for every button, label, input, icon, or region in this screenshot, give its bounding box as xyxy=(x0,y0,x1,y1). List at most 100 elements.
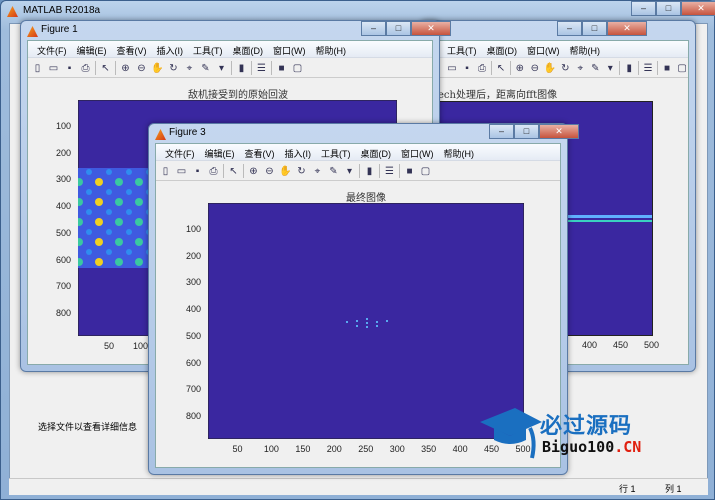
menu-item[interactable]: 编辑(E) xyxy=(72,41,112,57)
axes-title: 最终图像 xyxy=(346,193,386,204)
window-title: MATLAB R2018a xyxy=(23,5,101,16)
rotate-icon[interactable]: ↻ xyxy=(167,62,180,75)
target-point xyxy=(356,320,358,322)
pointer-icon[interactable]: ↖ xyxy=(99,62,112,75)
target-point xyxy=(366,326,368,328)
minimize-button[interactable]: – xyxy=(489,124,514,139)
y-tick: 100 xyxy=(186,224,202,234)
print-icon[interactable]: ⎙ xyxy=(207,165,220,178)
maximize-button[interactable]: □ xyxy=(514,124,539,139)
link-icon[interactable]: ▾ xyxy=(604,62,616,75)
echo-blob xyxy=(115,198,123,206)
plot-area[interactable] xyxy=(208,203,524,439)
toolbar-separator xyxy=(399,164,400,178)
menu-item[interactable]: 插入(I) xyxy=(280,144,317,160)
rotate-icon[interactable]: ↻ xyxy=(559,62,571,75)
menu-item[interactable]: 帮助(H) xyxy=(311,41,352,57)
colorbar-icon[interactable]: ▮ xyxy=(363,165,376,178)
pan-icon[interactable]: ✋ xyxy=(151,62,164,75)
data-cursor-icon[interactable]: ⌖ xyxy=(183,62,196,75)
print-icon[interactable]: ⎙ xyxy=(79,62,92,75)
data-cursor-icon[interactable]: ⌖ xyxy=(574,62,586,75)
save-icon[interactable]: ▪ xyxy=(461,62,473,75)
legend-icon[interactable]: ☰ xyxy=(642,62,654,75)
print-icon[interactable]: ⎙ xyxy=(476,62,488,75)
legend-icon[interactable]: ☰ xyxy=(255,62,268,75)
menu-item[interactable]: 文件(F) xyxy=(160,144,200,160)
zoom-out-icon[interactable]: ⊖ xyxy=(135,62,148,75)
save-icon[interactable]: ▪ xyxy=(191,165,204,178)
maximize-button[interactable]: □ xyxy=(386,21,411,36)
brush-icon[interactable]: ✎ xyxy=(199,62,212,75)
menu-item[interactable]: 窗口(W) xyxy=(522,41,565,57)
zoom-out-icon[interactable]: ⊖ xyxy=(529,62,541,75)
colorbar-icon[interactable]: ▮ xyxy=(235,62,248,75)
pan-icon[interactable]: ✋ xyxy=(544,62,556,75)
link-icon[interactable]: ▾ xyxy=(343,165,356,178)
matlab-logo-icon xyxy=(155,129,166,140)
pan-icon[interactable]: ✋ xyxy=(279,165,292,178)
target-point xyxy=(366,318,368,320)
pointer-icon[interactable]: ↖ xyxy=(227,165,240,178)
menu-item[interactable]: 桌面(D) xyxy=(228,41,269,57)
close-button[interactable]: ✕ xyxy=(681,1,715,16)
zoom-in-icon[interactable]: ⊕ xyxy=(119,62,132,75)
menu-item[interactable]: 工具(T) xyxy=(316,144,356,160)
pointer-icon[interactable]: ↖ xyxy=(495,62,507,75)
close-button[interactable]: ✕ xyxy=(607,21,647,36)
show-plot-tools-icon[interactable]: ▢ xyxy=(676,62,688,75)
colorbar-icon[interactable]: ▮ xyxy=(623,62,635,75)
hide-plot-tools-icon[interactable]: ■ xyxy=(275,62,288,75)
close-button[interactable]: ✕ xyxy=(539,124,579,139)
watermark-en: Biguo100.CN xyxy=(542,438,641,456)
toolbar: ▯▭▪⎙↖⊕⊖✋↻⌖✎▾▮☰■▢ xyxy=(428,59,688,78)
open-icon[interactable]: ▭ xyxy=(175,165,188,178)
menu-item[interactable]: 查看(V) xyxy=(240,144,280,160)
minimize-button[interactable]: – xyxy=(361,21,386,36)
fig2-controls: – □ ✕ xyxy=(557,21,647,36)
menu-item[interactable]: 帮助(H) xyxy=(439,144,480,160)
maximize-button[interactable]: □ xyxy=(582,21,607,36)
close-button[interactable]: ✕ xyxy=(411,21,451,36)
show-plot-tools-icon[interactable]: ▢ xyxy=(419,165,432,178)
zoom-in-icon[interactable]: ⊕ xyxy=(514,62,526,75)
new-icon[interactable]: ▯ xyxy=(31,62,44,75)
open-icon[interactable]: ▭ xyxy=(47,62,60,75)
menu-item[interactable]: 工具(T) xyxy=(442,41,482,57)
link-icon[interactable]: ▾ xyxy=(215,62,228,75)
menu-item[interactable]: 工具(T) xyxy=(188,41,228,57)
show-plot-tools-icon[interactable]: ▢ xyxy=(291,62,304,75)
menu-item[interactable]: 桌面(D) xyxy=(482,41,523,57)
menu-item[interactable]: 查看(V) xyxy=(112,41,152,57)
menu-item[interactable]: 窗口(W) xyxy=(268,41,311,57)
new-icon[interactable]: ▯ xyxy=(159,165,172,178)
menu-item[interactable]: 帮助(H) xyxy=(565,41,606,57)
legend-icon[interactable]: ☰ xyxy=(383,165,396,178)
zoom-out-icon[interactable]: ⊖ xyxy=(263,165,276,178)
echo-blob xyxy=(86,209,92,215)
save-icon[interactable]: ▪ xyxy=(63,62,76,75)
target-point xyxy=(346,321,348,323)
hide-plot-tools-icon[interactable]: ■ xyxy=(403,165,416,178)
minimize-button[interactable]: – xyxy=(557,21,582,36)
minimize-button[interactable]: – xyxy=(631,1,656,16)
data-cursor-icon[interactable]: ⌖ xyxy=(311,165,324,178)
zoom-in-icon[interactable]: ⊕ xyxy=(247,165,260,178)
brush-icon[interactable]: ✎ xyxy=(589,62,601,75)
menu-item[interactable]: 插入(I) xyxy=(152,41,189,57)
echo-blob xyxy=(106,169,112,175)
open-icon[interactable]: ▭ xyxy=(446,62,458,75)
y-tick: 700 xyxy=(186,384,202,395)
echo-blob xyxy=(135,238,143,246)
maximize-button[interactable]: □ xyxy=(656,1,681,16)
menu-item[interactable]: 文件(F) xyxy=(32,41,72,57)
hide-plot-tools-icon[interactable]: ■ xyxy=(661,62,673,75)
brush-icon[interactable]: ✎ xyxy=(327,165,340,178)
plot-background xyxy=(208,203,524,439)
menu-item[interactable]: 窗口(W) xyxy=(396,144,439,160)
menu-item[interactable]: 编辑(E) xyxy=(200,144,240,160)
rotate-icon[interactable]: ↻ xyxy=(295,165,308,178)
menu-item[interactable]: 桌面(D) xyxy=(356,144,397,160)
toolbar-separator xyxy=(509,61,511,75)
axes-title: ech处理后，距离向fft图像 xyxy=(438,90,558,101)
